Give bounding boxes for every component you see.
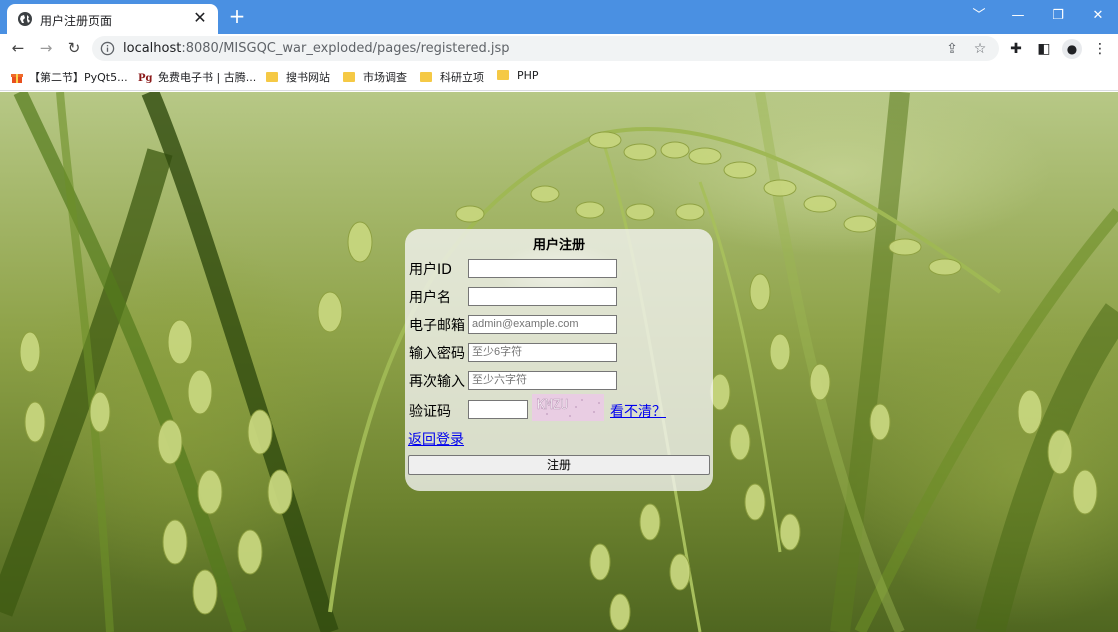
close-tab-icon[interactable]: ✕ — [190, 8, 210, 28]
restore-button[interactable]: ❐ — [1046, 6, 1070, 26]
captcha-input[interactable] — [468, 400, 528, 419]
username-input[interactable] — [468, 287, 617, 306]
email-input[interactable]: admin@example.com — [468, 315, 617, 334]
gift-icon — [11, 74, 23, 83]
forward-arrow-icon[interactable]: → — [35, 37, 57, 59]
form-title: 用户注册 — [532, 238, 585, 253]
info-icon[interactable] — [100, 41, 115, 56]
user-id-label: 用户ID — [409, 262, 452, 278]
bookmark-folder[interactable]: PHP — [497, 69, 539, 85]
minimize-button[interactable]: — — [1006, 6, 1030, 26]
star-icon[interactable]: ☆ — [970, 39, 990, 59]
side-panel-icon[interactable]: ◧ — [1034, 39, 1054, 59]
user-id-input[interactable] — [468, 259, 617, 278]
confirm-password-label: 再次输入 — [409, 374, 465, 390]
username-label: 用户名 — [409, 290, 451, 306]
password-input[interactable]: 至少6字符 — [468, 343, 617, 362]
svg-text:Pg: Pg — [138, 73, 152, 83]
register-button[interactable]: 注册 — [408, 455, 710, 475]
register-form: 用户注册 用户ID 用户名 电子邮箱 admin@example.com 输入密… — [405, 229, 713, 491]
bookmark-folder[interactable]: 市场调查 — [343, 69, 407, 85]
back-arrow-icon[interactable]: ← — [7, 37, 29, 59]
close-window-button[interactable]: ✕ — [1086, 6, 1110, 26]
tab-strip: 用户注册页面 ✕ + ﹀ — ❐ ✕ — [0, 0, 1118, 34]
folder-icon — [343, 72, 355, 82]
bookmarks-bar: 【第二节】PyQt5... Pg 免费电子书 | 古腾... 搜书网站 市场调查 … — [0, 63, 1118, 91]
new-tab-button[interactable]: + — [226, 5, 248, 27]
captcha-label: 验证码 — [409, 404, 451, 420]
tab-search-icon[interactable]: ﹀ — [967, 6, 991, 26]
back-to-login-link[interactable]: 返回登录 — [408, 429, 464, 449]
folder-icon — [420, 72, 432, 82]
email-label: 电子邮箱 — [409, 318, 465, 334]
refresh-captcha-link[interactable]: 看不清？ — [610, 401, 666, 421]
browser-tab[interactable]: 用户注册页面 ✕ — [7, 4, 218, 34]
address-bar[interactable]: localhost:8080/MISGQC_war_exploded/pages… — [92, 36, 999, 61]
password-label: 输入密码 — [409, 346, 465, 362]
reload-icon[interactable]: ↻ — [63, 37, 85, 59]
profile-icon[interactable]: ● — [1062, 39, 1082, 59]
pg-icon: Pg — [138, 73, 152, 83]
url-text: localhost:8080/MISGQC_war_exploded/pages… — [123, 41, 510, 56]
folder-icon — [266, 72, 278, 82]
page-content: 用户注册 用户ID 用户名 电子邮箱 admin@example.com 输入密… — [0, 92, 1118, 632]
captcha-image[interactable]: KMZU — [532, 394, 604, 421]
globe-icon — [18, 12, 32, 26]
toolbar: ← → ↻ localhost:8080/MISGQC_war_exploded… — [0, 34, 1118, 63]
extensions-icon[interactable]: ✚ — [1006, 39, 1026, 59]
bookmark-item[interactable]: Pg 免费电子书 | 古腾... — [138, 69, 256, 85]
confirm-password-input[interactable]: 至少六字符 — [468, 371, 617, 390]
folder-icon — [497, 70, 509, 80]
share-icon[interactable]: ⇪ — [942, 39, 962, 59]
menu-icon[interactable]: ⋮ — [1090, 39, 1110, 59]
svg-text:KMZU: KMZU — [537, 398, 568, 413]
bookmark-folder[interactable]: 搜书网站 — [266, 69, 330, 85]
bookmark-folder[interactable]: 科研立项 — [420, 69, 484, 85]
tab-title: 用户注册页面 — [40, 14, 113, 28]
bookmark-item[interactable]: 【第二节】PyQt5... — [11, 69, 128, 85]
